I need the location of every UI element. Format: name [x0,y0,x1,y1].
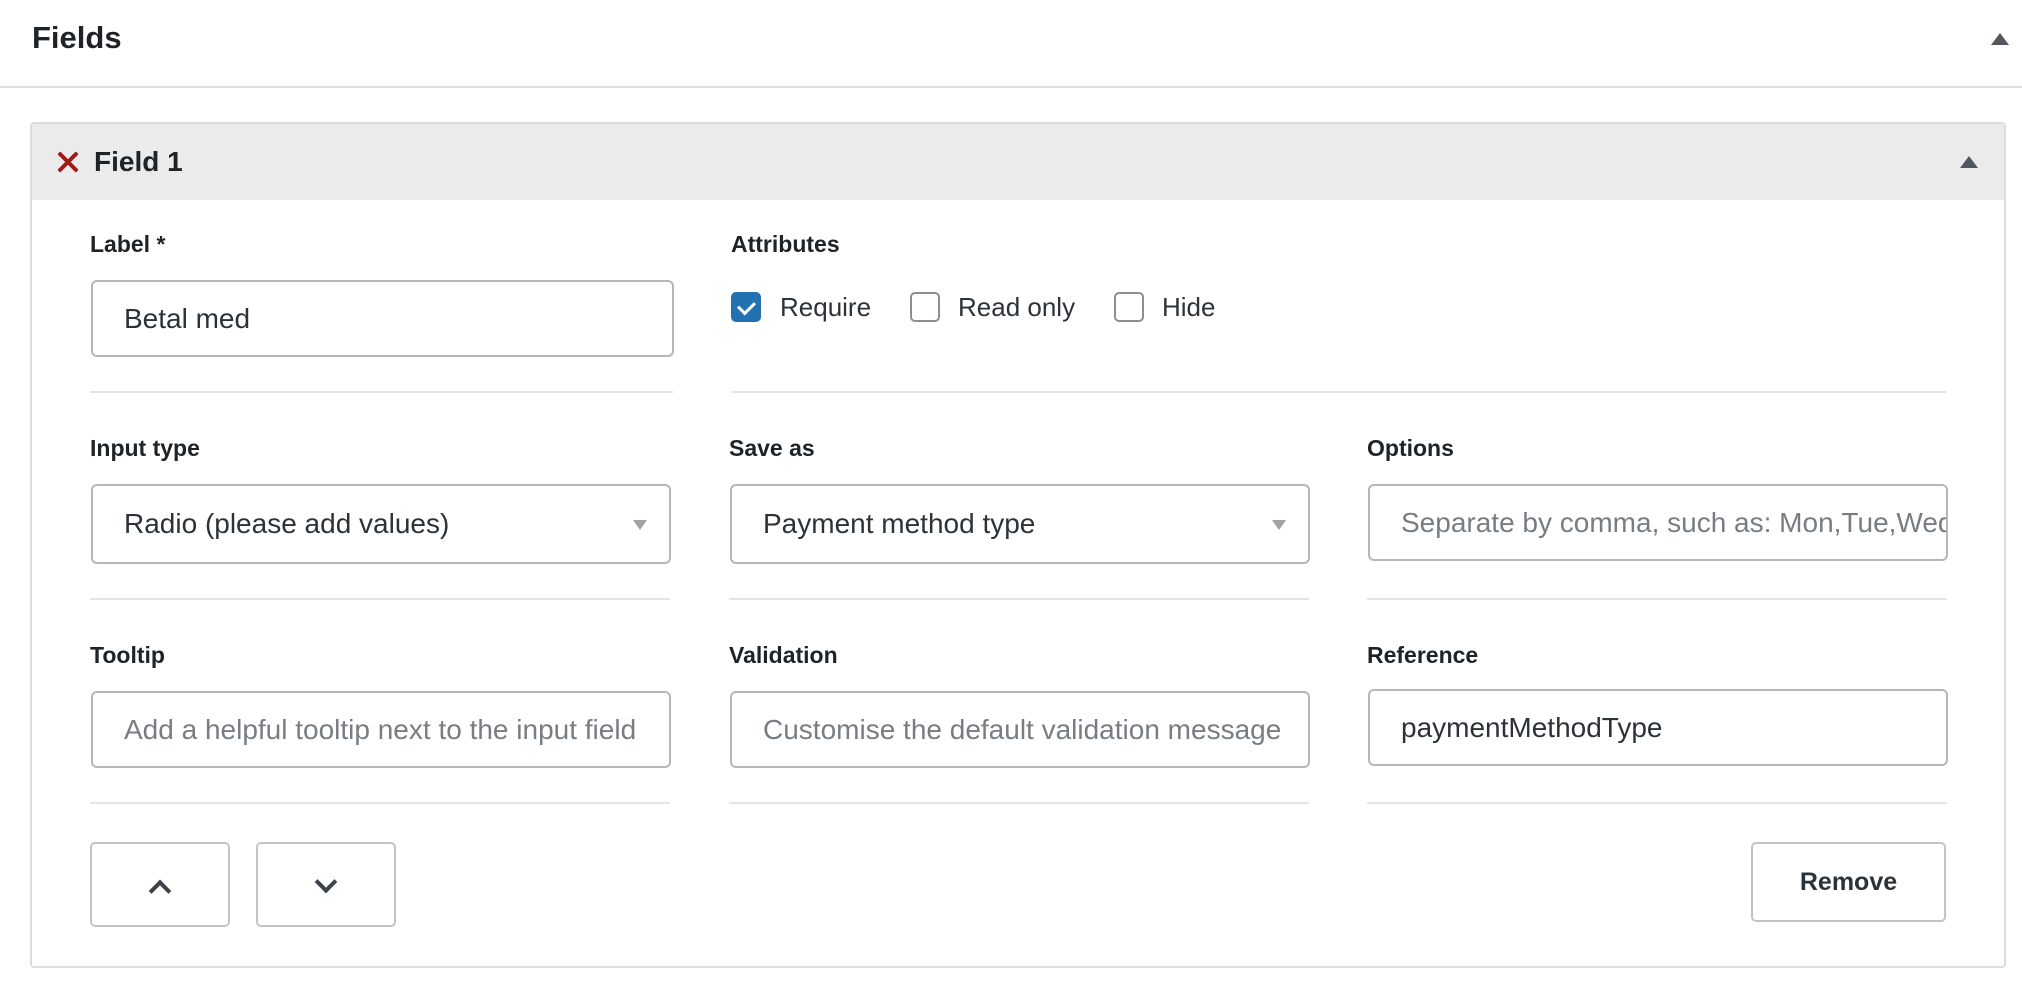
triangle-up-icon[interactable] [1991,33,2009,45]
triangle-up-icon[interactable] [1960,156,1978,168]
divider [90,391,673,393]
require-checkbox-label[interactable]: Require [780,292,871,323]
divider [1367,802,1947,804]
read-only-checkbox[interactable] [910,292,940,322]
divider [90,802,670,804]
read-only-checkbox-label[interactable]: Read only [958,292,1075,323]
divider [729,598,1309,600]
require-checkbox[interactable] [731,292,761,322]
save-as-label: Save as [729,435,815,461]
save-as-value: Payment method type [763,508,1036,539]
field-panel-header[interactable]: Field 1 [32,124,2004,200]
hide-checkbox-label[interactable]: Hide [1162,292,1215,323]
dropdown-arrow-icon [633,520,647,530]
section-title: Fields [32,20,122,55]
remove-button[interactable]: Remove [1751,842,1946,922]
input-type-value: Radio (please add values) [124,508,450,539]
divider [90,598,670,600]
divider [731,391,1946,393]
chevron-down-icon [314,870,338,893]
label-input[interactable]: Betal med [91,280,674,357]
divider [729,802,1309,804]
attributes-label: Attributes [731,231,840,257]
chevron-up-icon [148,879,172,902]
options-input[interactable]: Separate by comma, such as: Mon,Tue,Wed [1368,484,1948,561]
label-field-label: Label * [90,231,166,257]
reference-label: Reference [1367,642,1479,668]
hide-checkbox[interactable] [1114,292,1144,322]
save-as-select[interactable]: Payment method type [730,484,1310,564]
fields-section-header[interactable]: Fields [0,0,2022,88]
move-up-button[interactable] [90,842,230,927]
reference-input[interactable]: paymentMethodType [1368,689,1948,766]
tooltip-input[interactable]: Add a helpful tooltip next to the input … [91,691,671,768]
input-type-select[interactable]: Radio (please add values) [91,484,671,564]
tooltip-label: Tooltip [90,642,165,668]
validation-label: Validation [729,642,838,668]
input-type-label: Input type [90,435,200,461]
dropdown-arrow-icon [1272,520,1286,530]
field-title: Field 1 [94,146,183,177]
validation-input[interactable]: Customise the default validation message [730,691,1310,768]
divider [1367,598,1947,600]
options-label: Options [1367,435,1454,461]
close-icon[interactable] [54,148,82,176]
move-down-button[interactable] [256,842,396,927]
